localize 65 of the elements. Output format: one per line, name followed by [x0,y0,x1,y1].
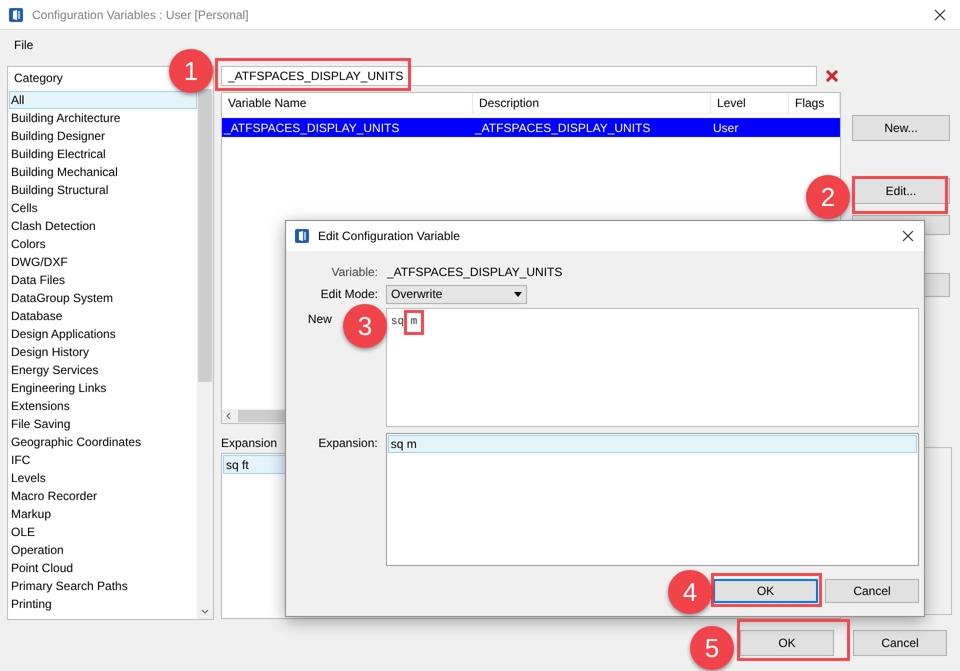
app-logo-icon [8,6,24,22]
category-item[interactable]: Energy Services [9,361,197,379]
category-item[interactable]: Data Files [9,271,197,289]
category-item[interactable]: DataGroup System [9,289,197,307]
window-title: Configuration Variables : User [Personal] [32,6,249,24]
column-header[interactable]: Level [711,93,789,113]
variable-value: _ATFSPACES_DISPLAY_UNITS [387,264,562,281]
category-item[interactable]: Design Applications [9,325,197,343]
side-button[interactable]: New... [852,115,950,141]
app-logo-icon [294,228,310,244]
category-item[interactable]: File Saving [9,415,197,433]
category-item[interactable]: OLE [9,523,197,541]
category-item[interactable]: Design History [9,343,197,361]
ok-button[interactable]: OK [740,630,834,656]
category-item[interactable]: All [9,91,197,109]
expansion-label: Expansion [221,435,278,450]
ok-button[interactable]: OK [713,579,818,603]
category-item[interactable]: Building Architecture [9,109,197,127]
scrollbar[interactable] [197,89,213,619]
category-item[interactable]: Clash Detection [9,217,197,235]
category-item[interactable]: Operation [9,541,197,559]
category-item[interactable]: Building Designer [9,127,197,145]
category-item[interactable]: Engineering Links [9,379,197,397]
dialog-title: Edit Configuration Variable [318,228,460,245]
cancel-button[interactable]: Cancel [825,579,919,603]
close-icon[interactable] [934,8,946,20]
category-item[interactable]: Printing [9,595,197,613]
edit-mode-dropdown[interactable]: Overwrite [386,284,527,304]
variable-label: Variable: [330,264,378,281]
category-item[interactable]: Building Structural [9,181,197,199]
new-label: New [306,311,332,328]
expansion-item[interactable]: sq m [388,435,917,453]
category-header: Category [13,70,64,87]
category-item[interactable]: DWG/DXF [9,253,197,271]
menu-item[interactable]: File [14,36,34,54]
step-number-badge: 5 [690,626,734,670]
column-header[interactable]: Description [473,93,711,113]
category-item[interactable]: Building Mechanical [9,163,197,181]
highlight-frame [404,310,424,335]
cancel-button[interactable]: Cancel [853,630,947,656]
category-item[interactable]: Cells [9,199,197,217]
category-item[interactable]: Geographic Coordinates [9,433,197,451]
search-field[interactable]: _ATFSPACES_DISPLAY_UNITS [221,66,817,86]
category-item[interactable]: Levels [9,469,197,487]
category-item[interactable]: Colors [9,235,197,253]
column-header[interactable]: Variable Name [222,93,473,113]
category-item[interactable]: Extensions [9,397,197,415]
dropdown-caret-icon [514,292,522,296]
close-icon[interactable] [902,230,914,242]
category-item[interactable]: IFC [9,451,197,469]
category-item[interactable]: Markup [9,505,197,523]
expansion-item[interactable]: sq ft [223,455,287,474]
new-value-field[interactable]: sq m [386,308,919,427]
edit-mode-label: Edit Mode: [320,286,378,303]
column-header[interactable]: Flags [789,93,840,113]
side-button[interactable]: Edit... [852,178,950,204]
category-item[interactable]: Point Cloud [9,559,197,577]
step-number-badge: 1 [169,49,213,93]
category-item[interactable]: Primary Search Paths [9,577,197,595]
category-item[interactable]: Macro Recorder [9,487,197,505]
category-item[interactable]: Database [9,307,197,325]
table-row[interactable]: _ATFSPACES_DISPLAY_UNITS _ATFSPACES_DISPLAY_UNITS User [222,118,840,137]
expansion-label: Expansion: [317,435,378,452]
category-item[interactable]: Building Electrical [9,145,197,163]
clear-icon[interactable] [825,69,839,83]
